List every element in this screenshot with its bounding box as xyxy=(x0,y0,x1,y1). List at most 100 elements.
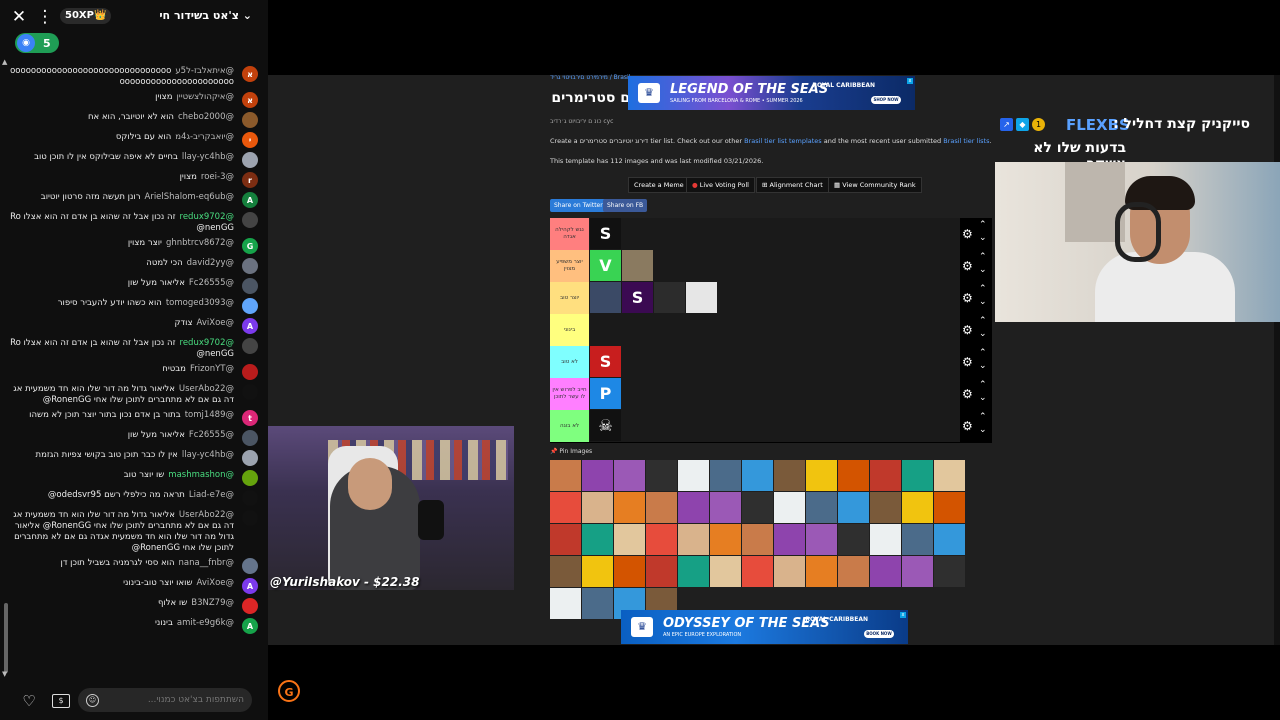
pool-image[interactable] xyxy=(806,524,837,555)
pool-image[interactable] xyxy=(902,556,933,587)
pool-image[interactable] xyxy=(902,492,933,523)
pool-image[interactable] xyxy=(902,460,933,491)
pool-image[interactable] xyxy=(646,556,677,587)
pool-image[interactable] xyxy=(934,492,965,523)
chat-author[interactable]: @david2yy xyxy=(187,258,234,268)
chevron-down-icon[interactable]: ⌄ xyxy=(979,329,987,339)
chat-author[interactable]: @UserAbo22 xyxy=(179,510,234,520)
chevron-up-icon[interactable]: ⌃ xyxy=(979,348,987,358)
avatar[interactable]: א xyxy=(242,66,258,82)
chat-message[interactable]: @Fc26555 אליאור מעל שון xyxy=(10,428,258,448)
chevron-up-icon[interactable]: ⌃ xyxy=(979,380,987,390)
tier-image[interactable]: S xyxy=(590,218,621,249)
tier-image[interactable]: S xyxy=(590,346,621,377)
pool-image[interactable] xyxy=(614,556,645,587)
chat-message[interactable]: א @איתאלבז-ל5עooooooooooooooooooooooooooo… xyxy=(10,64,258,90)
avatar[interactable] xyxy=(242,112,258,128)
tier-label[interactable]: חייב לפרוש אין לו עשר לתוכן xyxy=(550,378,589,410)
tier-label[interactable]: לא טוב xyxy=(550,346,589,378)
chat-message[interactable]: A @AviXoe צודק xyxy=(10,316,258,336)
pin-images-toggle[interactable]: 📌 Pin Images xyxy=(550,448,592,455)
tier-label[interactable]: יוצר משפיע מצוין xyxy=(550,250,589,282)
chat-author[interactable]: @chebo2000 xyxy=(178,112,234,122)
chat-author[interactable]: @redux9702 xyxy=(180,338,234,348)
chat-message[interactable]: י @יואבקריב-ג4מהוא עם בילוקס xyxy=(10,130,258,150)
live-voting-button[interactable]: ● Live Voting Poll xyxy=(686,177,755,193)
breadcrumb[interactable]: Brasil / מירמירט םירבויטוי גריד xyxy=(550,74,630,81)
create-meme-button[interactable]: Create a Meme xyxy=(628,177,690,193)
chat-author[interactable]: @איתאלבז-ל5ע xyxy=(175,66,234,76)
avatar[interactable]: A xyxy=(242,192,258,208)
chat-message[interactable]: A @ArielShalom-eq6ub רונן תעשה מזה סרטון י… xyxy=(10,190,258,210)
avatar[interactable] xyxy=(242,430,258,446)
pool-image[interactable] xyxy=(934,556,965,587)
tier-image[interactable]: ☠ xyxy=(590,410,621,441)
tier-label[interactable]: יוצר טוב xyxy=(550,282,589,314)
pool-image[interactable] xyxy=(614,524,645,555)
pool-image[interactable] xyxy=(582,588,613,619)
chat-author[interactable]: @איקהולצשטיין xyxy=(176,92,234,102)
pool-image[interactable] xyxy=(806,556,837,587)
pool-image[interactable] xyxy=(774,524,805,555)
share-twitter-button[interactable]: Share on Twitter xyxy=(550,199,607,212)
tier-image[interactable] xyxy=(590,282,621,313)
avatar[interactable] xyxy=(242,470,258,486)
gear-icon[interactable]: ⚙ xyxy=(962,291,973,305)
pool-image[interactable] xyxy=(870,492,901,523)
ad-banner-top[interactable]: ♛ LEGEND OF THE SEAS SAILING FROM BARCEL… xyxy=(628,76,915,110)
pool-image[interactable] xyxy=(870,524,901,555)
chevron-down-icon[interactable]: ⌄ xyxy=(979,297,987,307)
chat-message[interactable]: @B3NZ79שו אלוף xyxy=(10,596,258,616)
pool-image[interactable] xyxy=(742,492,773,523)
avatar[interactable] xyxy=(242,598,258,614)
pool-image[interactable] xyxy=(742,556,773,587)
chat-message[interactable]: r @roei-3 מצוין xyxy=(10,170,258,190)
chat-author[interactable]: @redux9702 xyxy=(180,212,234,222)
chat-author[interactable]: @Liad-e7e xyxy=(189,490,234,500)
pool-image[interactable] xyxy=(550,492,581,523)
avatar[interactable] xyxy=(242,298,258,314)
avatar[interactable]: A xyxy=(242,578,258,594)
avatar[interactable] xyxy=(242,152,258,168)
chat-message[interactable]: @tomoged3093 הוא כשהו יודע להעביר סיפור xyxy=(10,296,258,316)
chat-author[interactable]: @Fc26555 xyxy=(189,430,234,440)
pool-image[interactable] xyxy=(678,556,709,587)
chat-message[interactable]: @nana__fnbr הוא ססי לגרמניה בשביל תוכן דן xyxy=(10,556,258,576)
chat-message[interactable]: @UserAbo22אליאור גדול מה דור שלו הוא חד … xyxy=(10,508,258,556)
gear-icon[interactable]: ⚙ xyxy=(962,259,973,273)
pool-image[interactable] xyxy=(646,460,677,491)
avatar[interactable] xyxy=(242,510,258,526)
chevron-down-icon[interactable]: ⌄ xyxy=(979,393,987,403)
chat-message[interactable]: A @AviXoe שואו יוצר טוב-בינוני xyxy=(10,576,258,596)
chat-message[interactable]: @Liad-e7e תראה מה כילפלי רשם odedsvr95@ xyxy=(10,488,258,508)
pool-image[interactable] xyxy=(774,492,805,523)
chat-message[interactable]: @llay-yc4hb אין לו כבר תוכן טוב בקושי צפי… xyxy=(10,448,258,468)
chevron-up-icon[interactable]: ⌃ xyxy=(979,412,987,422)
chevron-down-icon[interactable]: ⌄ xyxy=(979,265,987,275)
chat-author[interactable]: @FrizonYT xyxy=(190,364,234,374)
more-options-icon[interactable]: ⋮ xyxy=(34,6,56,28)
scroll-thumb[interactable] xyxy=(4,603,8,673)
pool-image[interactable] xyxy=(934,460,965,491)
pool-image[interactable] xyxy=(838,556,869,587)
ad-close-icon[interactable]: x xyxy=(900,612,906,618)
chat-message[interactable]: G @ghnbtrcv8672 יוצר מצוין xyxy=(10,236,258,256)
ad-close-icon[interactable]: x xyxy=(907,78,913,84)
chat-message[interactable]: @mashmashonשו יוצר טוב xyxy=(10,468,258,488)
pool-image[interactable] xyxy=(710,556,741,587)
avatar[interactable]: א xyxy=(242,92,258,108)
alignment-chart-button[interactable]: ⊞ Alignment Chart xyxy=(756,177,829,193)
chat-message[interactable]: A @amit-e9g6k בינוני xyxy=(10,616,258,636)
chat-author[interactable]: @ghnbtrcv8672 xyxy=(166,238,234,248)
chat-author[interactable]: @ArielShalom-eq6ub xyxy=(145,192,234,202)
avatar[interactable] xyxy=(242,212,258,228)
pool-image[interactable] xyxy=(742,460,773,491)
chat-message[interactable]: t @tomj1489 בתור בן אדם נכון בתור יוצר תוכ… xyxy=(10,408,258,428)
gear-icon[interactable]: ⚙ xyxy=(962,387,973,401)
pool-image[interactable] xyxy=(582,460,613,491)
avatar[interactable] xyxy=(242,384,258,400)
chat-author[interactable]: @nana__fnbr xyxy=(179,558,234,568)
pool-image[interactable] xyxy=(806,460,837,491)
gear-icon[interactable]: ⚙ xyxy=(962,419,973,433)
avatar[interactable]: G xyxy=(242,238,258,254)
